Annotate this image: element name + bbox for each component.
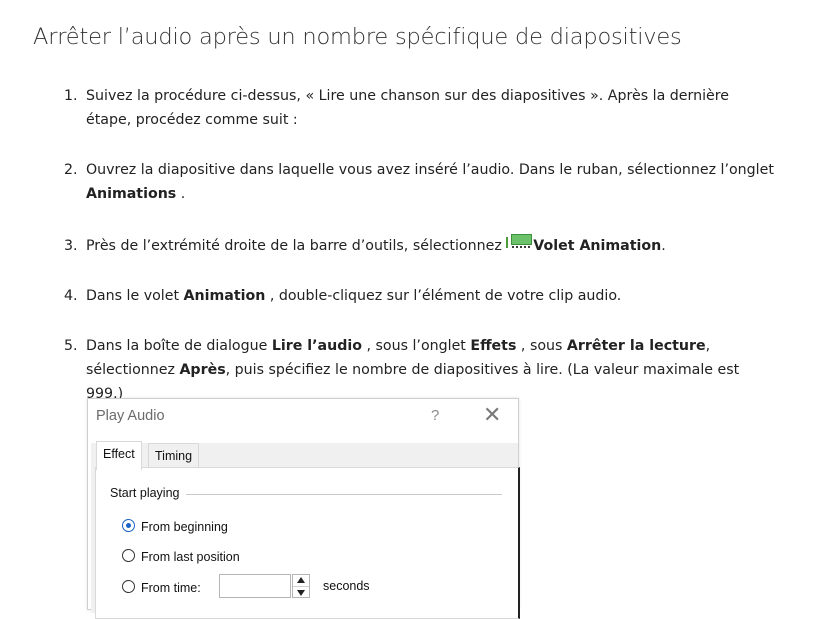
step-text: Près de l’extrémité droite de la barre d… xyxy=(86,234,774,258)
play-audio-dialog: Play Audio ? ✕ Effect Timing Start playi… xyxy=(87,398,520,619)
page-title: Arrêter l’audio après un nombre spécifiq… xyxy=(33,24,682,50)
text-run: Ouvrez la diapositive dans laquelle vous… xyxy=(86,162,774,178)
step-number: 1. xyxy=(64,88,78,104)
tab-timing[interactable]: Timing xyxy=(148,443,200,469)
option-label: From time: xyxy=(141,581,201,595)
bold-term: Animations xyxy=(86,186,177,202)
animation-pane-icon xyxy=(506,234,533,252)
option-label: From last position xyxy=(141,550,240,564)
time-unit-label: seconds xyxy=(323,579,370,593)
spin-divider xyxy=(293,586,309,587)
spin-down-icon[interactable] xyxy=(297,590,305,596)
bold-term: Après xyxy=(179,362,226,378)
text-run: , sous xyxy=(516,338,567,354)
time-stepper[interactable] xyxy=(292,574,310,598)
step-text: Dans la boîte de dialogue Lire l’audio ,… xyxy=(86,334,774,406)
step-text: Suivez la procédure ci-dessus, « Lire un… xyxy=(86,84,774,132)
bold-term: Lire l’audio xyxy=(271,338,362,354)
text-run: . xyxy=(661,238,666,254)
text-run: , double-cliquez sur l’élément de votre … xyxy=(265,288,622,304)
text-run: . xyxy=(176,186,186,202)
bold-term: Arrêter la lecture xyxy=(566,338,706,354)
text-run: Dans la boîte de dialogue xyxy=(86,338,272,354)
text-run: Suivez la procédure ci-dessus, « Lire un… xyxy=(86,88,730,128)
text-run: Près de l’extrémité droite de la barre d… xyxy=(86,238,507,254)
time-input[interactable] xyxy=(219,574,291,598)
step-number: 3. xyxy=(64,238,78,254)
group-divider xyxy=(186,494,502,495)
radio-button[interactable] xyxy=(122,549,135,562)
tab-effect[interactable]: Effect xyxy=(96,441,142,470)
step-number: 5. xyxy=(64,338,78,354)
bold-term: Effets xyxy=(470,338,517,354)
effect-panel: Start playing From beginning From last p… xyxy=(95,467,520,619)
text-run: Dans le volet xyxy=(86,288,184,304)
text-run: , sous l’onglet xyxy=(362,338,471,354)
radio-button[interactable] xyxy=(122,580,135,593)
step-text: Dans le volet Animation , double-cliquez… xyxy=(86,284,774,308)
step-number: 4. xyxy=(64,288,78,304)
dialog-title: Play Audio xyxy=(96,408,165,424)
start-playing-label: Start playing xyxy=(110,486,180,500)
close-icon[interactable]: ✕ xyxy=(483,404,501,426)
step-number: 2. xyxy=(64,162,78,178)
step-text: Ouvrez la diapositive dans laquelle vous… xyxy=(86,158,774,206)
bold-term: Volet Animation xyxy=(533,238,662,254)
bold-term: Animation xyxy=(183,288,266,304)
option-label: From beginning xyxy=(141,520,228,534)
spin-up-icon[interactable] xyxy=(297,577,305,583)
help-icon[interactable]: ? xyxy=(431,407,439,424)
dialog-body: Effect Timing Start playing From beginni… xyxy=(91,441,520,619)
radio-button[interactable] xyxy=(122,519,135,532)
